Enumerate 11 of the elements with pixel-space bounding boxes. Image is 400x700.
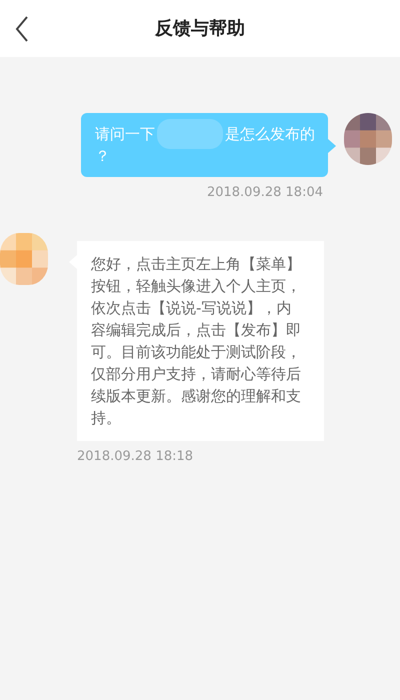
avatar-icon bbox=[0, 232, 48, 284]
blur-patch-drawing bbox=[157, 119, 223, 149]
page-title: 反馈与帮助 bbox=[155, 17, 245, 41]
chevron-left-icon bbox=[15, 16, 29, 42]
message-text: 是怎么发布的 bbox=[225, 124, 315, 145]
message-text: 您好，点击主页左上角【菜单】按钮，轻触头像进入个人主页，依次点击【说说-写说说】，内容编辑完成后，点击【发布】即可。目前该功能处于测试阶段，仅部分用户支持，请耐心等待后续版本更新。感谢您的理解和支持。 bbox=[91, 254, 302, 428]
message-text: 请问一下 bbox=[95, 124, 155, 145]
message-text: ？ bbox=[95, 147, 110, 165]
message-time: 2018.09.28 18:18 bbox=[77, 448, 194, 466]
avatar-icon bbox=[344, 113, 392, 165]
message-time: 2018.09.28 18:04 bbox=[206, 184, 323, 202]
